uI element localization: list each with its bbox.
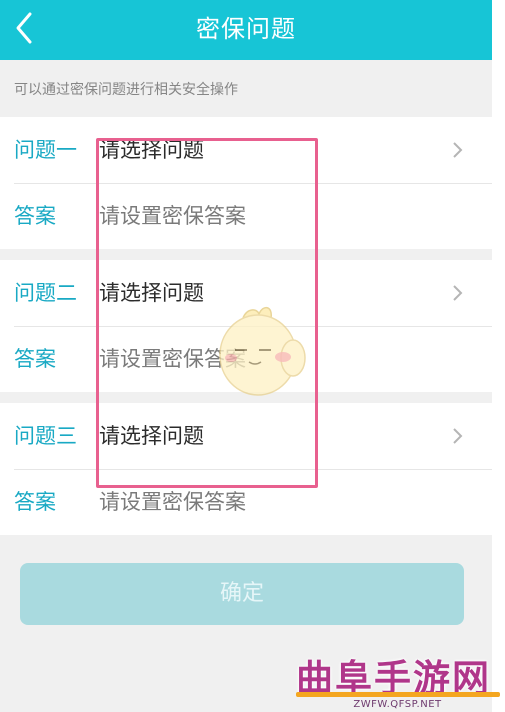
question-1-row[interactable]: 问题一 请选择问题 <box>0 117 492 183</box>
chevron-right-icon <box>453 285 463 301</box>
chevron-right-icon <box>453 428 463 444</box>
answer-3-row[interactable]: 答案 请设置密保答案 <box>0 469 492 535</box>
watermark-url: ZWFW.QFSP.NET <box>353 699 442 710</box>
question-2-label: 问题二 <box>14 281 77 305</box>
watermark: 曲阜手游网 ZWFW.QFSP.NET <box>290 652 505 712</box>
question-3-value: 请选择问题 <box>99 424 204 448</box>
watermark-bar <box>296 692 500 697</box>
mascot-sticker-icon <box>219 306 306 396</box>
question-3-row[interactable]: 问题三 请选择问题 <box>0 403 492 469</box>
security-question-group-3: 问题三 请选择问题 答案 请设置密保答案 <box>0 403 492 535</box>
hint-text: 可以通过密保问题进行相关安全操作 <box>14 82 238 98</box>
answer-1-input[interactable]: 请设置密保答案 <box>99 183 246 249</box>
security-question-group-1: 问题一 请选择问题 答案 请设置密保答案 <box>0 117 492 249</box>
answer-2-label: 答案 <box>14 347 56 371</box>
answer-3-label: 答案 <box>14 490 56 514</box>
confirm-button[interactable]: 确定 <box>20 563 464 625</box>
chevron-right-icon <box>453 142 463 158</box>
page-title: 密保问题 <box>196 15 296 43</box>
answer-1-row[interactable]: 答案 请设置密保答案 <box>0 183 492 249</box>
question-2-value: 请选择问题 <box>99 281 204 305</box>
answer-1-label: 答案 <box>14 204 56 228</box>
header-bar: 密保问题 <box>0 0 492 60</box>
question-1-label: 问题一 <box>14 138 77 162</box>
question-1-value: 请选择问题 <box>99 138 204 162</box>
question-3-label: 问题三 <box>14 424 77 448</box>
answer-3-input[interactable]: 请设置密保答案 <box>99 469 246 535</box>
